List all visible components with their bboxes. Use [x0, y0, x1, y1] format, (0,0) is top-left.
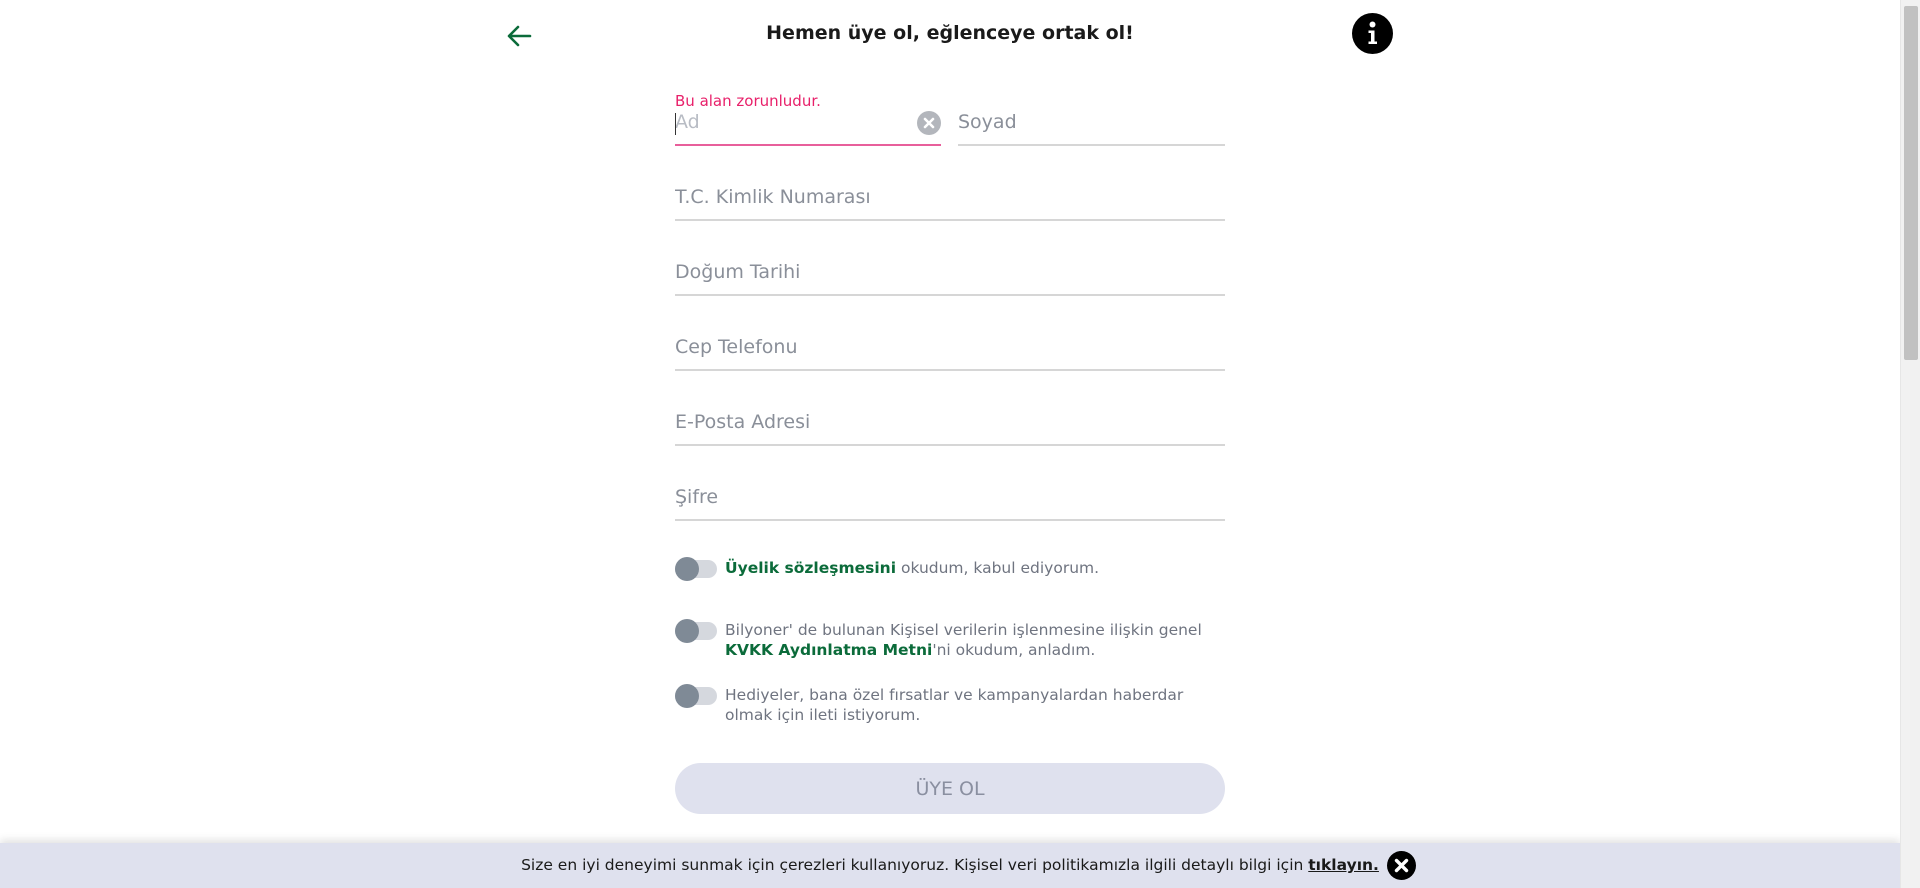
- toggle-knob: [675, 619, 699, 643]
- marketing-consent-text: Hediyeler, bana özel fırsatlar ve kampan…: [725, 686, 1184, 724]
- cookie-policy-link[interactable]: tıklayın.: [1308, 856, 1379, 874]
- password-field: [675, 477, 1225, 521]
- clear-button[interactable]: [917, 111, 941, 135]
- cookie-bar: Size en iyi deneyimi sunmak için çerezle…: [0, 843, 1900, 888]
- info-icon: [1368, 21, 1377, 44]
- kvkk-consent: Bilyoner' de bulunan Kişisel verilerin i…: [675, 619, 1225, 662]
- tc-id-input[interactable]: [675, 177, 1225, 217]
- cookie-close-button[interactable]: [1387, 851, 1416, 880]
- birth-date-input[interactable]: [675, 252, 1225, 292]
- text-caret: [675, 113, 676, 135]
- page-title: Hemen üye ol, eğlenceye ortak ol!: [766, 22, 1134, 44]
- email-input[interactable]: [675, 402, 1225, 442]
- membership-consent: Üyelik sözleşmesini okudum, kabul ediyor…: [675, 557, 1225, 581]
- birth-date-field: [675, 252, 1225, 296]
- kvkk-toggle[interactable]: [675, 619, 717, 643]
- page-scrollbar[interactable]: [1900, 0, 1920, 888]
- membership-toggle[interactable]: [675, 557, 717, 581]
- phone-field: [675, 327, 1225, 371]
- tc-id-field: [675, 177, 1225, 221]
- last-name-input[interactable]: [958, 102, 1225, 142]
- scrollbar-thumb[interactable]: [1904, 6, 1918, 360]
- email-field: [675, 402, 1225, 446]
- marketing-toggle[interactable]: [675, 684, 717, 708]
- membership-consent-text: okudum, kabul ediyorum.: [896, 559, 1100, 577]
- last-name-field: [958, 102, 1225, 146]
- kvkk-link[interactable]: KVKK Aydınlatma Metni: [725, 641, 932, 659]
- cookie-text: Size en iyi deneyimi sunmak için çerezle…: [521, 856, 1309, 874]
- signup-button[interactable]: ÜYE OL: [675, 763, 1225, 814]
- close-circle-icon: [923, 117, 935, 129]
- signup-page: Hemen üye ol, eğlenceye ortak ol! Bu ala…: [0, 0, 1920, 888]
- toggle-knob: [675, 684, 699, 708]
- membership-agreement-link[interactable]: Üyelik sözleşmesini: [725, 559, 896, 577]
- password-input[interactable]: [675, 477, 1225, 517]
- kvkk-consent-suffix: 'ni okudum, anladım.: [932, 641, 1096, 659]
- info-button[interactable]: [1352, 13, 1393, 54]
- close-icon: [1394, 858, 1409, 873]
- toggle-knob: [675, 557, 699, 581]
- first-name-input[interactable]: [675, 102, 941, 142]
- phone-input[interactable]: [675, 327, 1225, 367]
- first-name-field: [675, 102, 941, 146]
- kvkk-consent-text: Bilyoner' de bulunan Kişisel verilerin i…: [725, 621, 1202, 639]
- marketing-consent: Hediyeler, bana özel fırsatlar ve kampan…: [675, 684, 1225, 727]
